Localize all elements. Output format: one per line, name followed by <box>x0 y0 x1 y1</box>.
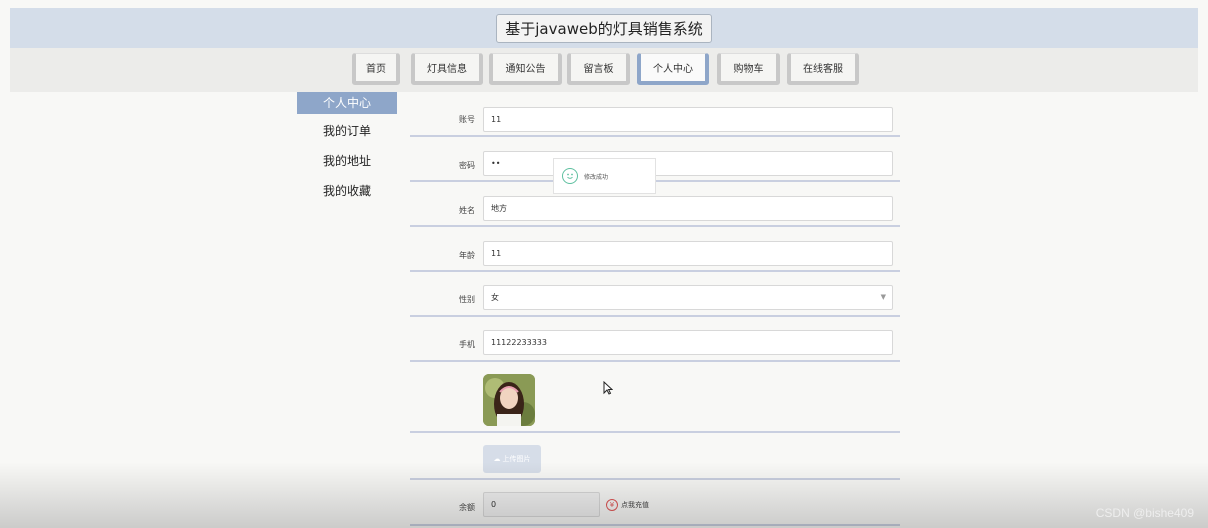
nav-lamp-info[interactable]: 灯具信息 <box>411 53 483 85</box>
form-row-phone: 手机 11122233333 <box>410 317 900 362</box>
gender-select[interactable]: 女 ▼ <box>483 285 893 310</box>
form-row-age: 年龄 11 <box>410 227 900 272</box>
cloud-upload-icon: ☁ <box>493 455 501 463</box>
password-field[interactable]: •• <box>483 151 893 176</box>
top-nav: 首页 灯具信息 通知公告 留言板 个人中心 购物车 在线客服 <box>10 48 1198 92</box>
chevron-down-icon: ▼ <box>880 293 886 301</box>
nav-cart[interactable]: 购物车 <box>717 53 780 85</box>
recharge-link[interactable]: ¥ 点我充值 <box>606 495 649 515</box>
nav-home[interactable]: 首页 <box>352 53 400 85</box>
avatar <box>483 374 535 426</box>
nav-message-board[interactable]: 留言板 <box>567 53 630 85</box>
mouse-cursor-icon <box>603 380 614 399</box>
balance-label: 余额 <box>459 503 475 512</box>
upload-image-button[interactable]: ☁ 上传图片 <box>483 445 541 473</box>
sidebar-item-my-favorites[interactable]: 我的收藏 <box>297 178 397 204</box>
account-field[interactable]: 11 <box>483 107 893 132</box>
age-field[interactable]: 11 <box>483 241 893 266</box>
phone-label: 手机 <box>459 340 475 349</box>
watermark: CSDN @bishe409 <box>1095 506 1194 520</box>
form-row-avatar <box>410 362 900 433</box>
toast-message: 修改成功 <box>584 173 609 181</box>
name-label: 姓名 <box>459 206 475 215</box>
sidebar-item-personal-center[interactable]: 个人中心 <box>297 92 397 114</box>
nav-personal-center[interactable]: 个人中心 <box>637 53 709 85</box>
sidebar-item-my-orders[interactable]: 我的订单 <box>297 118 397 144</box>
upload-image-label: 上传图片 <box>502 455 531 463</box>
form-row-account: 账号 11 <box>410 92 900 137</box>
form-row-balance: 余额 0 ¥ 点我充值 <box>410 480 900 526</box>
account-label: 账号 <box>459 115 475 124</box>
yen-icon: ¥ <box>606 499 618 511</box>
sidebar-item-my-address[interactable]: 我的地址 <box>297 148 397 174</box>
sidebar: 个人中心 我的订单 我的地址 我的收藏 <box>297 92 397 208</box>
smile-icon <box>562 168 578 184</box>
form-row-upload: ☁ 上传图片 <box>410 433 900 480</box>
gender-label: 性别 <box>459 295 475 304</box>
password-label: 密码 <box>459 161 475 170</box>
nav-notice[interactable]: 通知公告 <box>489 53 562 85</box>
recharge-label: 点我充值 <box>621 501 649 509</box>
phone-field[interactable]: 11122233333 <box>483 330 893 355</box>
age-label: 年龄 <box>459 251 475 260</box>
site-title: 基于javaweb的灯具销售系统 <box>496 13 712 43</box>
nav-online-service[interactable]: 在线客服 <box>787 53 859 85</box>
site-header: 基于javaweb的灯具销售系统 <box>10 8 1198 48</box>
gender-value: 女 <box>491 293 499 302</box>
form-row-gender: 性别 女 ▼ <box>410 272 900 317</box>
name-field[interactable]: 地方 <box>483 196 893 221</box>
success-toast: 修改成功 <box>553 158 656 194</box>
balance-field: 0 <box>483 492 600 517</box>
